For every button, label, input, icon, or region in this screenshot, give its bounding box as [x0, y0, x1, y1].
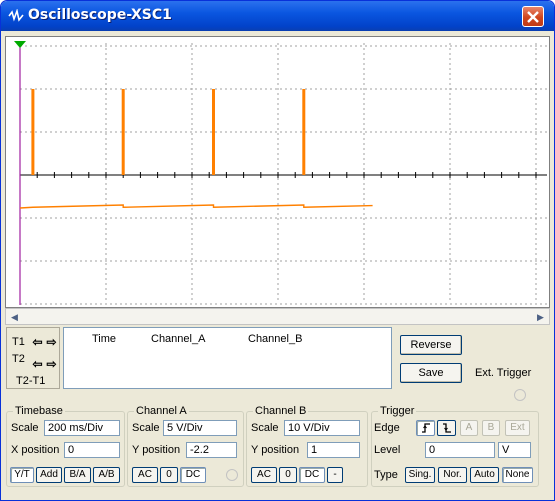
falling-edge-button[interactable]: [437, 420, 456, 436]
title-bar[interactable]: Oscilloscope-XSC1: [1, 1, 554, 31]
channel-a-zero-button[interactable]: 0: [160, 467, 178, 483]
channel-b-title: Channel B: [253, 405, 309, 417]
channel-b-pulse: [302, 89, 306, 175]
horizontal-scrollbar[interactable]: ◀ ▶: [5, 308, 550, 325]
x-position-label: X position: [11, 444, 60, 456]
channel-b-invert-button[interactable]: -: [327, 467, 343, 483]
t2-left-arrow-icon[interactable]: ⇦: [31, 358, 44, 371]
mode-ab-button[interactable]: A/B: [93, 467, 120, 483]
channel-b-ypos-field[interactable]: 1: [307, 442, 360, 458]
ext-trigger-terminal-icon[interactable]: [514, 389, 526, 401]
scroll-left-arrow-icon[interactable]: ◀: [7, 310, 22, 324]
type-single-button[interactable]: Sing.: [405, 467, 435, 483]
channel-a-ypos-field[interactable]: -2.2: [186, 442, 237, 458]
oscilloscope-app-icon: [8, 9, 24, 22]
channel-a-header: Channel_A: [151, 333, 206, 345]
channel-a-scale-label: Scale: [132, 422, 160, 434]
channel-a-ac-button[interactable]: AC: [132, 467, 158, 483]
ext-trigger-label: Ext. Trigger: [475, 367, 532, 379]
channel-a-scale-field[interactable]: 5 V/Div: [163, 420, 237, 436]
mode-add-button[interactable]: Add: [36, 467, 62, 483]
scope-graph: [14, 41, 547, 305]
channel-b-group: Channel B Scale 10 V/Div Y position 1 AC…: [246, 405, 368, 487]
channel-b-pulse: [121, 89, 125, 175]
x-position-field[interactable]: 0: [64, 442, 120, 458]
close-button[interactable]: [522, 6, 544, 27]
type-normal-button[interactable]: Nor.: [438, 467, 467, 483]
timebase-title: Timebase: [13, 405, 65, 417]
timebase-scale-label: Scale: [11, 422, 39, 434]
trigger-title: Trigger: [378, 405, 417, 417]
scope-display: [5, 36, 550, 308]
channel-b-zero-button[interactable]: 0: [279, 467, 297, 483]
trigger-b-button[interactable]: B: [482, 420, 500, 436]
reverse-button[interactable]: Reverse: [400, 335, 462, 355]
window-title: Oscilloscope-XSC1: [28, 7, 172, 23]
trigger-a-button[interactable]: A: [460, 420, 478, 436]
channel-b-ac-button[interactable]: AC: [251, 467, 277, 483]
channel-a-group: Channel A Scale 5 V/Div Y position -2.2 …: [127, 405, 244, 487]
type-label: Type: [374, 469, 398, 481]
t2-label: T2: [12, 353, 25, 365]
trigger-group: Trigger Edge A B Ext Level 0 V Type Sing…: [371, 405, 539, 487]
save-button[interactable]: Save: [400, 363, 462, 383]
channel-b-scale-field[interactable]: 10 V/Div: [284, 420, 360, 436]
channel-a-ypos-label: Y position: [132, 444, 181, 456]
channel-b-pulse: [212, 89, 215, 175]
scroll-right-arrow-icon[interactable]: ▶: [533, 310, 548, 324]
timebase-scale-field[interactable]: 200 ms/Div: [44, 420, 120, 436]
channel-a-title: Channel A: [134, 405, 189, 417]
channel-b-ypos-label: Y position: [251, 444, 300, 456]
cursor-controls: T1 ⇦ ⇨ T2 ⇦ ⇨ T2-T1: [6, 327, 60, 389]
mode-ba-button[interactable]: B/A: [64, 467, 91, 483]
type-none-button[interactable]: None: [502, 467, 533, 483]
mode-yt-button[interactable]: Y/T: [10, 467, 34, 483]
edge-label: Edge: [374, 422, 400, 434]
oscilloscope-window: Oscilloscope-XSC1 ◀ ▶ T1 ⇦ ⇨ T2 ⇦ ⇨ T2-T…: [0, 0, 555, 501]
t1-label: T1: [12, 336, 25, 348]
level-label: Level: [374, 444, 401, 456]
t1-left-arrow-icon[interactable]: ⇦: [31, 336, 44, 349]
type-auto-button[interactable]: Auto: [470, 467, 499, 483]
falling-edge-icon: [442, 423, 451, 433]
channel-b-header: Channel_B: [248, 333, 303, 345]
rising-edge-icon: [421, 423, 430, 433]
t1-right-arrow-icon[interactable]: ⇨: [45, 336, 58, 349]
level-unit-select[interactable]: V: [498, 442, 531, 458]
time-header: Time: [92, 333, 117, 345]
measurement-readout: Time Channel_A Channel_B: [63, 327, 392, 389]
trigger-ext-button[interactable]: Ext: [505, 420, 530, 436]
t2-t1-label: T2-T1: [16, 375, 46, 387]
level-field[interactable]: 0: [425, 442, 495, 458]
timebase-group: Timebase Scale 200 ms/Div X position 0 Y…: [6, 405, 125, 487]
channel-b-pulse: [31, 89, 35, 175]
channel-a-terminal-icon[interactable]: [226, 469, 238, 481]
channel-b-scale-label: Scale: [251, 422, 279, 434]
close-icon: [527, 11, 539, 23]
channel-a-trace: [19, 204, 373, 209]
trigger-marker-icon: [14, 41, 26, 48]
channel-b-dc-button[interactable]: DC: [299, 467, 325, 483]
t2-right-arrow-icon[interactable]: ⇨: [45, 358, 58, 371]
rising-edge-button[interactable]: [416, 420, 435, 436]
channel-a-dc-button[interactable]: DC: [180, 467, 206, 483]
